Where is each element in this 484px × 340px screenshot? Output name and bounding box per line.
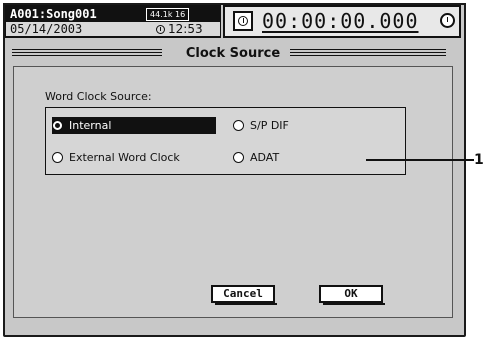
- callout-line: [366, 159, 474, 161]
- radio-adat[interactable]: [233, 152, 244, 163]
- option-external-word-clock-label: External Word Clock: [69, 151, 180, 164]
- option-internal-label: Internal: [69, 119, 112, 132]
- option-adat-label: ADAT: [250, 151, 280, 164]
- time-counter: 00:00:00.000: [262, 9, 419, 33]
- radio-spdif[interactable]: [233, 120, 244, 131]
- date-display: 05/14/2003: [10, 22, 83, 36]
- counter-icon[interactable]: [233, 11, 253, 31]
- word-clock-source-label: Word Clock Source:: [45, 90, 152, 103]
- dialog-title: Clock Source: [185, 46, 281, 61]
- time-display: 12:53: [168, 22, 203, 36]
- ok-button[interactable]: OK: [319, 285, 385, 305]
- option-spdif-label: S/P DIF: [250, 119, 289, 132]
- dialog-title-bar: Clock Source: [8, 45, 458, 64]
- clock-source-dialog: [13, 66, 453, 318]
- option-internal[interactable]: Internal: [52, 117, 216, 134]
- option-external-word-clock[interactable]: External Word Clock: [52, 149, 222, 166]
- radio-external-word-clock[interactable]: [52, 152, 63, 163]
- cancel-button[interactable]: Cancel: [211, 285, 277, 305]
- song-title: A001:Song001: [10, 7, 97, 21]
- option-spdif[interactable]: S/P DIF: [233, 117, 353, 134]
- clock-icon: [156, 25, 165, 34]
- radio-internal[interactable]: [52, 120, 63, 131]
- callout-number: 1: [474, 152, 484, 168]
- option-adat[interactable]: ADAT: [233, 149, 353, 166]
- alarm-icon[interactable]: [440, 13, 455, 28]
- sample-rate-badge: 44.1k 16: [146, 8, 190, 21]
